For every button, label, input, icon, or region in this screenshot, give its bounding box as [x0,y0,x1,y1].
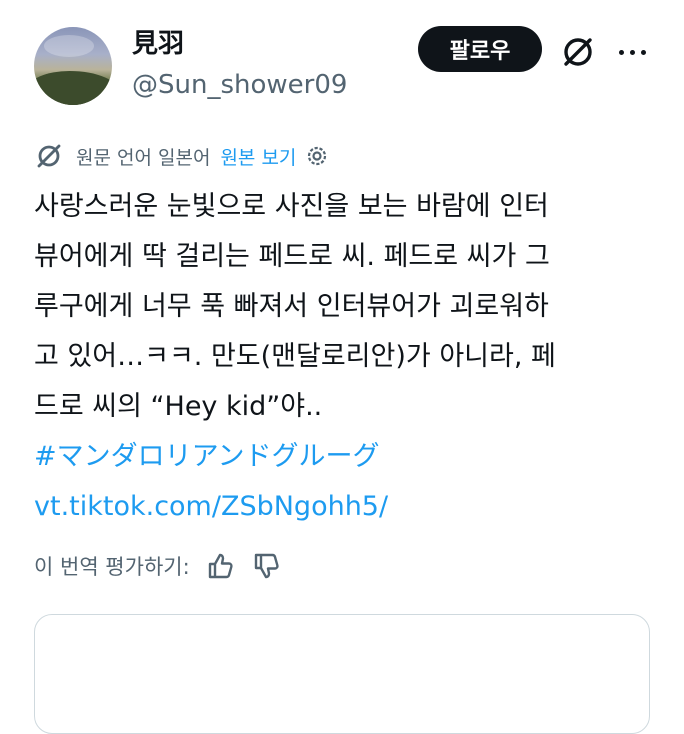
author-display-name[interactable]: 見羽 [132,28,184,60]
translate-icon [37,144,61,168]
tweet-text-line: 루구에게 너무 푹 빠져서 인터뷰어가 괴로워하 [34,291,549,322]
tweet-text-line: 드로 씨의 “Hey kid”야.. [34,391,323,422]
more-icon[interactable] [612,32,652,72]
avatar-sky [44,35,94,57]
translation-label: 원문 언어 일본어 [76,146,211,169]
tiktok-link[interactable]: vt.tiktok.com/ZSbNgohh5/ [34,482,654,532]
gear-icon[interactable] [304,143,330,169]
rate-translation-label: 이 번역 평가하기: [34,555,190,579]
rate-translation-row: 이 번역 평가하기: [34,548,282,584]
author-handle[interactable]: @Sun_shower09 [132,68,347,102]
tweet-text-line: 고 있어…ㅋㅋ. 만도(맨달로리안)가 아니라, 페 [34,341,556,372]
translation-row: 원문 언어 일본어 원본 보기 [34,140,330,172]
follow-button[interactable]: 팔로우 [418,26,542,72]
show-original-link[interactable]: 원본 보기 [220,143,296,170]
more-dot [640,49,646,55]
thumbs-down-icon[interactable] [250,550,282,582]
avatar-hill [34,71,112,105]
hashtag-link[interactable]: #マンダロリアンドグルーグ [34,432,654,482]
grok-icon[interactable] [558,32,598,72]
avatar[interactable] [34,27,112,105]
more-dot [629,49,635,55]
more-dot [618,49,624,55]
thumbs-up-icon[interactable] [204,550,236,582]
tweet-text-line: 뷰어에게 딱 걸리는 페드로 씨. 페드로 씨가 그 [34,241,550,272]
tweet-text: 사랑스러운 눈빛으로 사진을 보는 바람에 인터 뷰어에게 딱 걸리는 페드로 … [34,182,654,532]
tweet-text-line: 사랑스러운 눈빛으로 사진을 보는 바람에 인터 [34,191,549,222]
link-preview-card[interactable] [34,614,650,734]
